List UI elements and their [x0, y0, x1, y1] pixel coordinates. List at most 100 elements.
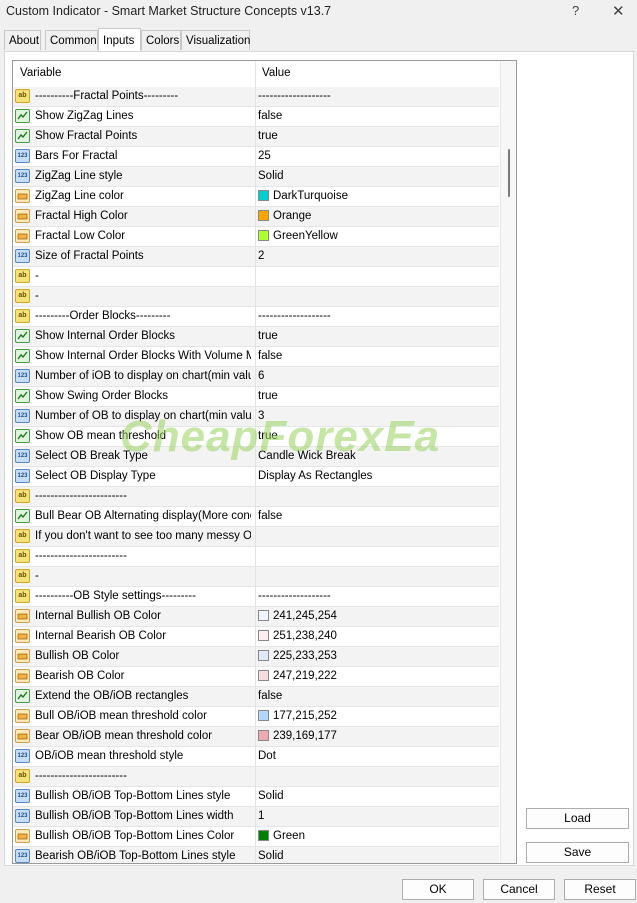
parameter-value[interactable]: false: [258, 690, 494, 702]
parameter-row[interactable]: Show Internal Order Blocks With Volume M…: [13, 347, 499, 367]
save-button[interactable]: Save: [526, 842, 629, 863]
load-button[interactable]: Load: [526, 808, 629, 829]
parameter-value[interactable]: 177,215,252: [258, 710, 494, 722]
parameter-value[interactable]: Display As Rectangles: [258, 470, 494, 482]
parameter-row[interactable]: Internal Bearish OB Color 251,238,240: [13, 627, 499, 647]
column-header-variable[interactable]: Variable: [20, 67, 61, 79]
parameter-value[interactable]: -------------------: [258, 90, 494, 102]
parameter-value[interactable]: Solid: [258, 170, 494, 182]
parameter-value[interactable]: true: [258, 390, 494, 402]
parameter-value[interactable]: Dot: [258, 750, 494, 762]
color-swatch[interactable]: [258, 190, 269, 201]
parameter-row[interactable]: Show Fractal Points true: [13, 127, 499, 147]
tab-inputs[interactable]: Inputs: [98, 28, 141, 51]
parameter-value[interactable]: 3: [258, 410, 494, 422]
parameter-value[interactable]: Candle Wick Break: [258, 450, 494, 462]
parameter-value[interactable]: false: [258, 350, 494, 362]
tab-common[interactable]: Common: [45, 30, 98, 50]
parameter-row[interactable]: Show ZigZag Lines false: [13, 107, 499, 127]
parameter-value[interactable]: Green: [258, 830, 494, 842]
parameter-value[interactable]: true: [258, 430, 494, 442]
parameter-row[interactable]: Bull OB/iOB mean threshold color 177,215,…: [13, 707, 499, 727]
scrollbar-thumb[interactable]: [508, 149, 510, 197]
color-swatch[interactable]: [258, 210, 269, 221]
parameter-row[interactable]: Bullish OB Color 225,233,253: [13, 647, 499, 667]
color-swatch[interactable]: [258, 710, 269, 721]
close-icon[interactable]: ✕: [612, 2, 625, 20]
parameter-value[interactable]: false: [258, 110, 494, 122]
parameter-value[interactable]: 241,245,254: [258, 610, 494, 622]
parameter-value[interactable]: 25: [258, 150, 494, 162]
parameter-value[interactable]: 225,233,253: [258, 650, 494, 662]
parameter-row[interactable]: 123 Bearish OB/iOB Top-Bottom Lines style…: [13, 847, 499, 863]
parameter-value[interactable]: 247,219,222: [258, 670, 494, 682]
cancel-button[interactable]: Cancel: [483, 879, 555, 900]
parameter-row[interactable]: 123 Bars For Fractal 25: [13, 147, 499, 167]
parameter-value[interactable]: DarkTurquoise: [258, 190, 494, 202]
color-swatch[interactable]: [258, 670, 269, 681]
parameter-row[interactable]: 123 Number of iOB to display on chart(min…: [13, 367, 499, 387]
parameter-value[interactable]: 2: [258, 250, 494, 262]
parameter-row[interactable]: 123 Number of OB to display on chart(min …: [13, 407, 499, 427]
column-header-value[interactable]: Value: [262, 67, 291, 79]
parameter-row[interactable]: 123 ZigZag Line style Solid: [13, 167, 499, 187]
parameter-row[interactable]: Bullish OB/iOB Top-Bottom Lines Color Gre…: [13, 827, 499, 847]
parameter-value[interactable]: 6: [258, 370, 494, 382]
parameter-row[interactable]: ab If you don't want to see too many mess…: [13, 527, 499, 547]
parameter-name: OB/iOB mean threshold style: [35, 750, 184, 762]
parameter-value[interactable]: Orange: [258, 210, 494, 222]
parameter-value[interactable]: 1: [258, 810, 494, 822]
parameter-value[interactable]: 251,238,240: [258, 630, 494, 642]
parameter-value[interactable]: -------------------: [258, 590, 494, 602]
parameter-row[interactable]: ab ----------Fractal Points--------- -----…: [13, 87, 499, 107]
parameter-row[interactable]: Show Internal Order Blocks true: [13, 327, 499, 347]
parameter-row[interactable]: Fractal High Color Orange: [13, 207, 499, 227]
parameter-value[interactable]: Solid: [258, 850, 494, 862]
color-swatch[interactable]: [258, 830, 269, 841]
color-swatch[interactable]: [258, 630, 269, 641]
parameter-row[interactable]: Show OB mean threshold true: [13, 427, 499, 447]
tab-colors[interactable]: Colors: [141, 30, 181, 50]
ok-button[interactable]: OK: [402, 879, 474, 900]
parameter-row[interactable]: 123 Bullish OB/iOB Top-Bottom Lines style…: [13, 787, 499, 807]
parameter-row[interactable]: ab ------------------------: [13, 767, 499, 787]
parameter-row[interactable]: ab -: [13, 287, 499, 307]
parameter-row[interactable]: 123 Bullish OB/iOB Top-Bottom Lines width…: [13, 807, 499, 827]
parameter-row[interactable]: 123 OB/iOB mean threshold style Dot: [13, 747, 499, 767]
vertical-scrollbar[interactable]: [500, 61, 516, 863]
tab-about[interactable]: About: [4, 30, 41, 50]
parameter-row[interactable]: ab ----------OB Style settings--------- --…: [13, 587, 499, 607]
color-swatch[interactable]: [258, 610, 269, 621]
reset-button[interactable]: Reset: [564, 879, 636, 900]
parameter-row[interactable]: Bearish OB Color 247,219,222: [13, 667, 499, 687]
color-swatch[interactable]: [258, 650, 269, 661]
tab-visualization[interactable]: Visualization: [181, 30, 250, 50]
parameter-value[interactable]: true: [258, 130, 494, 142]
parameter-row[interactable]: Extend the OB/iOB rectangles false: [13, 687, 499, 707]
color-swatch[interactable]: [258, 230, 269, 241]
parameter-value[interactable]: Solid: [258, 790, 494, 802]
parameter-row[interactable]: Fractal Low Color GreenYellow: [13, 227, 499, 247]
parameter-row[interactable]: 123 Select OB Display Type Display As Rect…: [13, 467, 499, 487]
parameter-value[interactable]: -------------------: [258, 310, 494, 322]
parameter-row[interactable]: ab ------------------------: [13, 487, 499, 507]
boolean-type-icon: [15, 689, 30, 703]
parameter-row[interactable]: ab ---------Order Blocks--------- --------…: [13, 307, 499, 327]
parameter-row[interactable]: ab -: [13, 267, 499, 287]
parameter-value[interactable]: 239,169,177: [258, 730, 494, 742]
parameter-row[interactable]: ab ------------------------: [13, 547, 499, 567]
parameter-value[interactable]: GreenYellow: [258, 230, 494, 242]
column-divider[interactable]: [255, 61, 256, 87]
parameter-row[interactable]: 123 Size of Fractal Points 2: [13, 247, 499, 267]
parameter-value[interactable]: true: [258, 330, 494, 342]
parameter-row[interactable]: Internal Bullish OB Color 241,245,254: [13, 607, 499, 627]
parameter-row[interactable]: Bear OB/iOB mean threshold color 239,169,…: [13, 727, 499, 747]
parameter-row[interactable]: ab -: [13, 567, 499, 587]
help-icon[interactable]: ?: [572, 3, 579, 18]
parameter-row[interactable]: ZigZag Line color DarkTurquoise: [13, 187, 499, 207]
parameter-row[interactable]: 123 Select OB Break Type Candle Wick Break: [13, 447, 499, 467]
parameter-row[interactable]: Bull Bear OB Alternating display(More co…: [13, 507, 499, 527]
parameter-value[interactable]: false: [258, 510, 494, 522]
parameter-row[interactable]: Show Swing Order Blocks true: [13, 387, 499, 407]
color-swatch[interactable]: [258, 730, 269, 741]
